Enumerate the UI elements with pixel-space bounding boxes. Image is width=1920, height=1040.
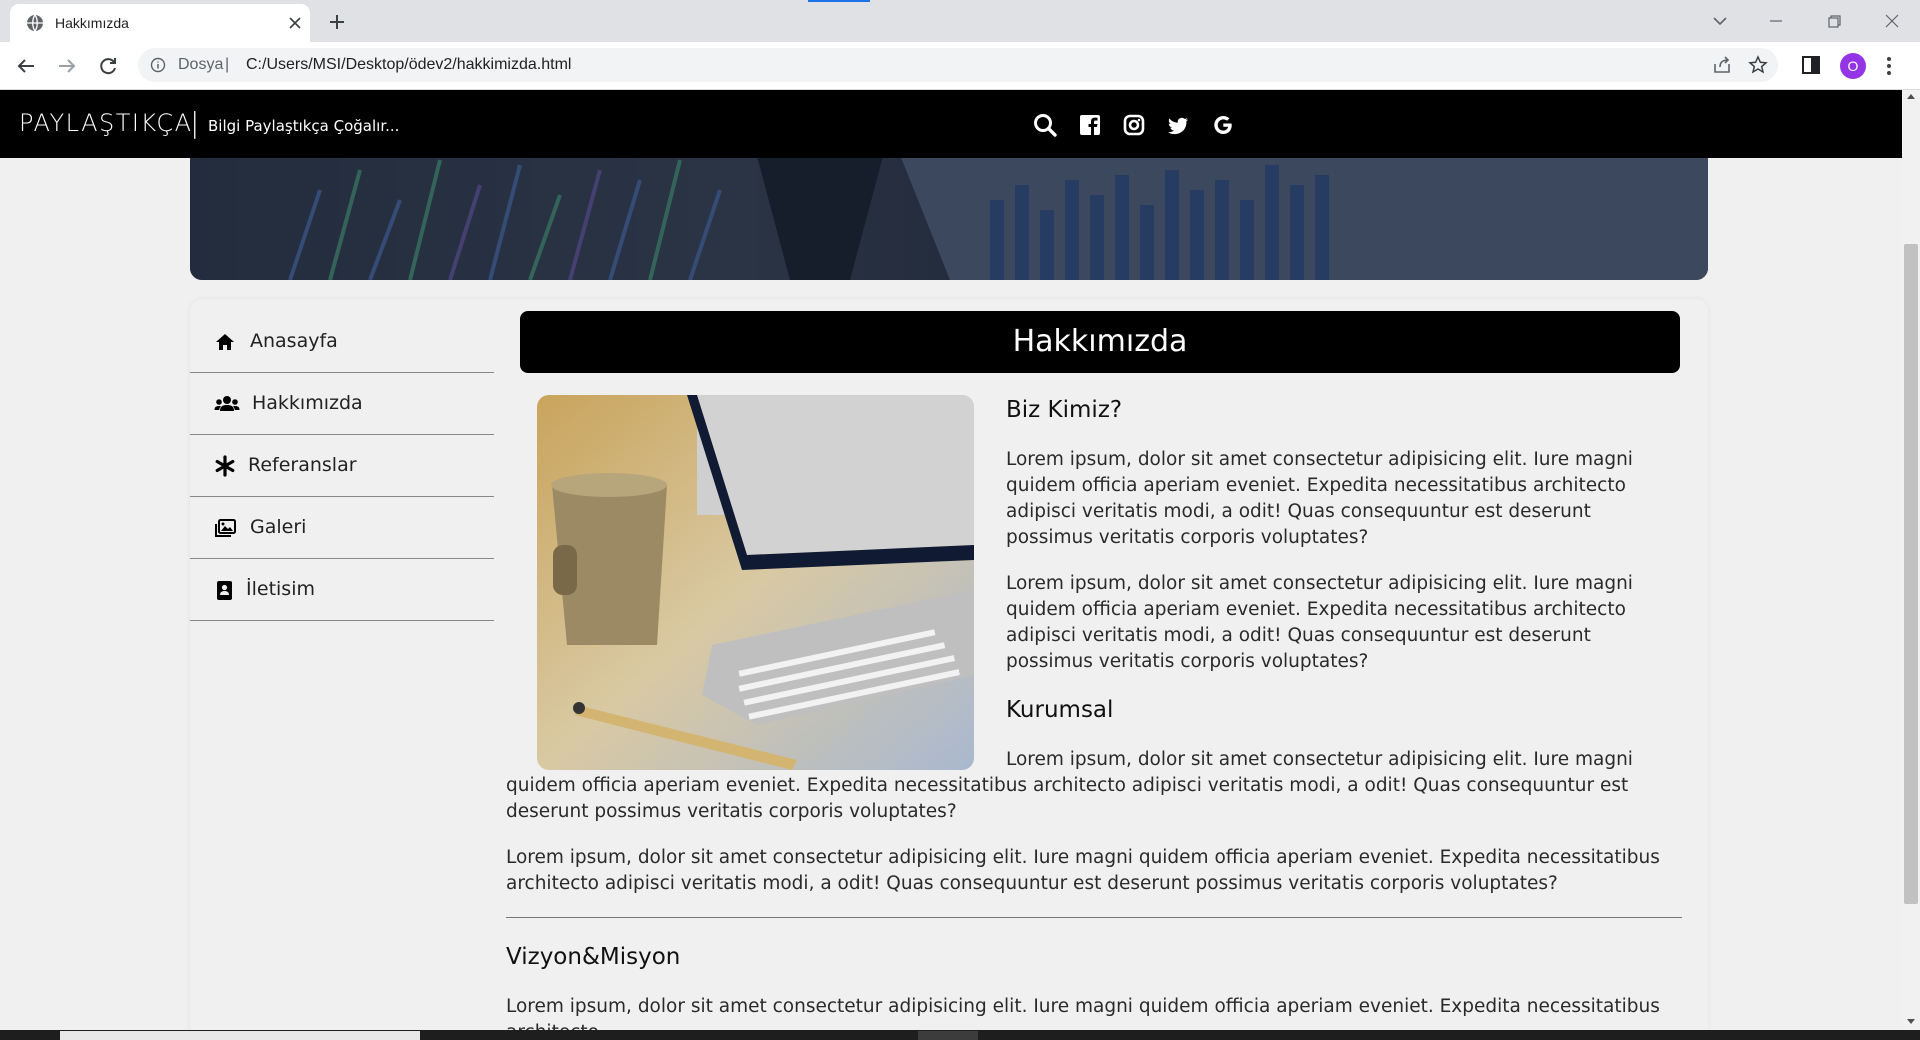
paragraph: Lorem ipsum, dolor sit amet consectetur …	[506, 996, 1660, 1030]
close-window-icon[interactable]	[1880, 10, 1904, 32]
sidebar-item-label: İletisim	[246, 578, 315, 600]
content-card: Anasayfa Hakkımızda Referanslar Galeri İ…	[190, 299, 1708, 1030]
close-tab-icon[interactable]	[286, 14, 304, 32]
sidebar-item-label: Anasayfa	[250, 330, 338, 352]
brand-separator: |	[190, 106, 200, 139]
sidebar-item-label: Galeri	[250, 516, 307, 538]
google-icon[interactable]	[1210, 112, 1236, 138]
address-bar[interactable]: Dosya | C:/Users/MSI/Desktop/ödev2/hakki…	[138, 48, 1778, 82]
scroll-up-arrow-icon[interactable]	[1907, 94, 1915, 99]
sidebar-item-label: Hakkımızda	[252, 392, 363, 414]
asterisk-icon	[215, 455, 235, 477]
tab-search-chevron-icon[interactable]	[1708, 10, 1732, 32]
browser-toolbar: Dosya | C:/Users/MSI/Desktop/ödev2/hakki…	[0, 42, 1920, 90]
page-scrollbar[interactable]	[1902, 90, 1920, 1030]
side-navigation: Anasayfa Hakkımızda Referanslar Galeri İ…	[190, 311, 494, 621]
scrollbar-thumb[interactable]	[1904, 244, 1918, 904]
info-icon[interactable]	[150, 57, 166, 73]
browser-menu-icon[interactable]	[1885, 54, 1893, 78]
profile-avatar[interactable]: O	[1840, 53, 1866, 79]
image-float-spacer	[506, 395, 1006, 770]
images-icon	[215, 519, 236, 537]
contact-card-icon	[217, 581, 232, 600]
taskbar-app-button[interactable]	[918, 1031, 978, 1040]
file-scheme-label: Dosya	[178, 56, 224, 73]
browser-tab-strip: Hakkımızda	[0, 0, 1920, 42]
search-icon[interactable]	[1032, 112, 1058, 138]
reload-icon[interactable]	[96, 54, 120, 78]
globe-icon	[27, 14, 43, 32]
site-header: PAYLAŞTIKÇA | Bilgi Paylaştıkça Çoğalır.…	[0, 90, 1902, 158]
taskbar-search-box[interactable]	[60, 1031, 420, 1040]
side-panel-icon[interactable]	[1800, 54, 1822, 76]
page-title: Hakkımızda	[520, 311, 1680, 373]
minimize-icon[interactable]	[1764, 10, 1788, 32]
sidebar-item-galeri[interactable]: Galeri	[190, 497, 494, 559]
share-icon[interactable]	[1712, 55, 1732, 75]
site-logo-text[interactable]: PAYLAŞTIKÇA	[19, 109, 193, 137]
instagram-icon[interactable]	[1121, 112, 1147, 138]
page-viewport: PAYLAŞTIKÇA | Bilgi Paylaştıkça Çoğalır.…	[0, 90, 1902, 1030]
sidebar-item-anasayfa[interactable]: Anasayfa	[190, 311, 494, 373]
omnibox-separator: |	[225, 56, 230, 73]
tab-title: Hakkımızda	[55, 15, 129, 31]
sidebar-item-hakkimizda[interactable]: Hakkımızda	[190, 373, 494, 435]
users-icon	[214, 396, 240, 411]
section-divider	[506, 917, 1682, 918]
twitter-icon[interactable]	[1165, 112, 1191, 138]
loading-indicator	[808, 0, 870, 2]
paragraph: Lorem ipsum, dolor sit amet consectetur …	[506, 847, 1660, 894]
bookmark-star-icon[interactable]	[1748, 55, 1768, 75]
scroll-down-arrow-icon[interactable]	[1907, 1019, 1915, 1024]
new-tab-plus-icon[interactable]	[325, 10, 349, 34]
site-tagline: Bilgi Paylaştıkça Çoğalır...	[208, 117, 400, 135]
sidebar-item-referanslar[interactable]: Referanslar	[190, 435, 494, 497]
sidebar-item-iletisim[interactable]: İletisim	[190, 559, 494, 621]
home-icon	[216, 334, 234, 350]
back-arrow-icon[interactable]	[14, 54, 38, 78]
forward-arrow-icon[interactable]	[55, 54, 79, 78]
restore-icon[interactable]	[1822, 10, 1846, 32]
url-text[interactable]: C:/Users/MSI/Desktop/ödev2/hakkimizda.ht…	[246, 56, 571, 74]
section-heading-vizyon-misyon: Vizyon&Misyon	[506, 944, 681, 970]
browser-tab[interactable]: Hakkımızda	[10, 4, 310, 42]
facebook-icon[interactable]	[1077, 112, 1103, 138]
sidebar-item-label: Referanslar	[248, 454, 357, 476]
about-content: Biz Kimiz? Lorem ipsum, dolor sit amet c…	[506, 395, 1682, 1030]
